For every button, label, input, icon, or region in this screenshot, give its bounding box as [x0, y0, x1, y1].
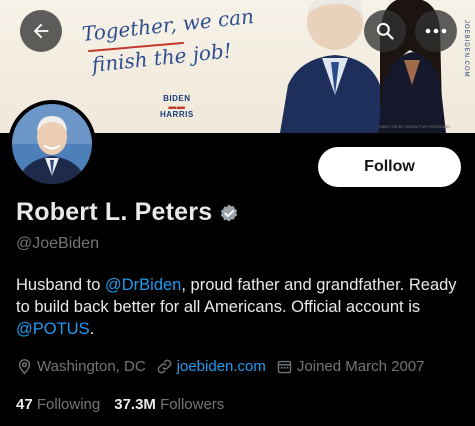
campaign-logo-bottom: HARRIS	[160, 110, 194, 119]
followers-count: 37.3M	[114, 396, 156, 413]
banner-footer-text: PAID FOR BY BIDEN FOR PRESIDENT	[379, 124, 451, 129]
bio-mention-link[interactable]: @POTUS	[16, 320, 90, 338]
following-count: 47	[16, 396, 33, 413]
verified-badge-icon[interactable]	[218, 203, 240, 225]
followers-label: Followers	[160, 396, 225, 413]
profile-bio: Husband to @DrBiden, proud father and gr…	[16, 274, 464, 340]
more-options-button[interactable]	[415, 10, 457, 52]
website-link[interactable]: joebiden.com	[177, 358, 266, 375]
bio-text: Husband to	[16, 276, 105, 294]
display-name: Robert L. Peters	[16, 198, 213, 226]
back-button[interactable]	[20, 10, 62, 52]
followers-link[interactable]: 37.3M Followers	[114, 396, 224, 413]
search-icon	[376, 22, 394, 40]
location-text: Washington, DC	[37, 358, 146, 375]
profile-meta-row: Washington, DC joebiden.com Joined March…	[16, 358, 434, 375]
bio-text: .	[89, 320, 95, 338]
location-pin-icon	[18, 359, 31, 375]
campaign-logo: BIDEN ▬▬ HARRIS	[160, 95, 194, 119]
search-button[interactable]	[364, 10, 406, 52]
follow-stats: 47 Following 37.3M Followers	[16, 396, 238, 413]
location: Washington, DC	[16, 358, 146, 375]
avatar[interactable]	[8, 100, 96, 188]
join-date-text: Joined March 2007	[296, 358, 425, 375]
bio-mention-link[interactable]: @DrBiden	[105, 276, 181, 294]
website[interactable]: joebiden.com	[156, 358, 266, 375]
calendar-icon	[277, 360, 292, 374]
profile-name-row: Robert L. Peters	[16, 198, 240, 227]
following-link[interactable]: 47 Following	[16, 396, 100, 413]
more-dots-icon	[425, 28, 447, 34]
banner-side-text: JOEBIDEN.COM	[463, 20, 469, 78]
following-label: Following	[36, 396, 101, 413]
avatar-photo	[12, 104, 92, 184]
link-icon	[157, 359, 172, 374]
arrow-left-icon	[33, 23, 49, 39]
join-date: Joined March 2007	[276, 358, 425, 375]
profile-handle: @JoeBiden	[16, 235, 99, 252]
follow-button[interactable]: Follow	[318, 147, 461, 187]
